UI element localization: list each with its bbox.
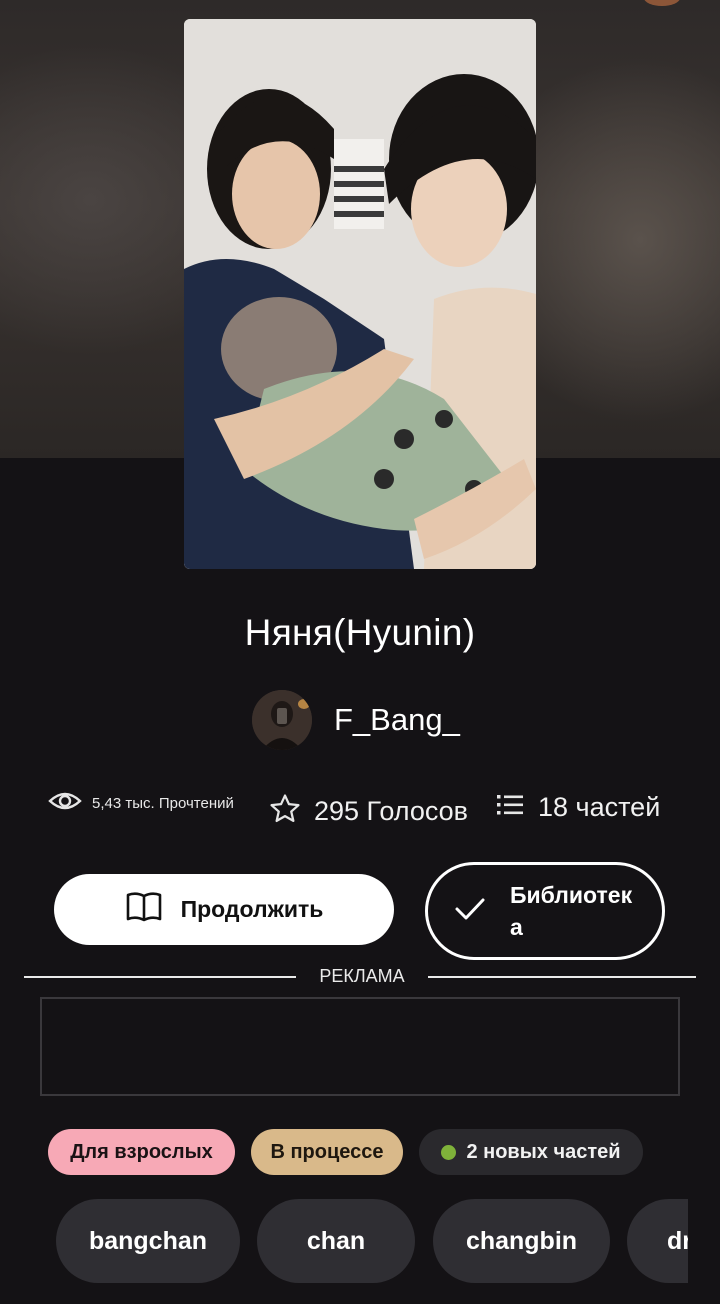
tag-list: bangchan chan changbin dr bbox=[0, 1199, 688, 1285]
views-label: 5,43 тыс. Прочтений bbox=[92, 795, 234, 812]
continue-reading-button[interactable]: Продолжить bbox=[54, 874, 394, 945]
author-name[interactable]: F_Bang_ bbox=[334, 702, 460, 738]
tag-chip[interactable]: bangchan bbox=[56, 1199, 240, 1283]
author-avatar[interactable] bbox=[252, 690, 312, 750]
library-label: Библиотека bbox=[510, 882, 633, 940]
add-to-library-button[interactable]: Библиотека bbox=[425, 862, 665, 960]
mature-badge: Для взрослых bbox=[48, 1129, 235, 1175]
ad-label: РЕКЛАМА bbox=[319, 966, 405, 986]
new-parts-badge: 2 новых частей bbox=[419, 1129, 643, 1175]
divider-line-right bbox=[428, 976, 696, 978]
tag-chip[interactable]: dr bbox=[627, 1199, 688, 1283]
eye-icon bbox=[48, 790, 82, 817]
new-parts-label: 2 новых частей bbox=[466, 1140, 621, 1163]
story-stats: 5,43 тыс. Прочтений 295 Голосов 18 часте… bbox=[0, 786, 720, 834]
book-icon bbox=[125, 891, 163, 929]
ad-slot[interactable] bbox=[40, 997, 680, 1096]
story-cover-image[interactable] bbox=[184, 19, 536, 569]
tag-chip[interactable]: chan bbox=[257, 1199, 415, 1283]
list-icon bbox=[496, 793, 524, 822]
tag-chip[interactable]: changbin bbox=[433, 1199, 610, 1283]
votes-label: 295 Голосов bbox=[314, 796, 469, 826]
author-row[interactable]: F_Bang_ bbox=[252, 690, 460, 750]
check-icon bbox=[454, 897, 486, 926]
ad-divider: РЕКЛАМА bbox=[24, 966, 696, 988]
status-badge: В процессе bbox=[251, 1129, 403, 1175]
new-indicator-dot bbox=[441, 1144, 457, 1160]
star-icon bbox=[268, 792, 302, 831]
parts-stat[interactable]: 18 частей bbox=[496, 792, 660, 823]
continue-label: Продолжить bbox=[180, 896, 324, 922]
avatar-photo bbox=[252, 690, 312, 750]
cover-photo bbox=[184, 19, 536, 569]
views-stat: 5,43 тыс. Прочтений bbox=[48, 790, 234, 817]
votes-stat: 295 Голосов bbox=[268, 792, 468, 831]
parts-label[interactable]: 18 частей bbox=[538, 792, 660, 823]
story-title: Няня(Hyunin) bbox=[244, 612, 476, 653]
divider-line-left bbox=[24, 976, 296, 978]
